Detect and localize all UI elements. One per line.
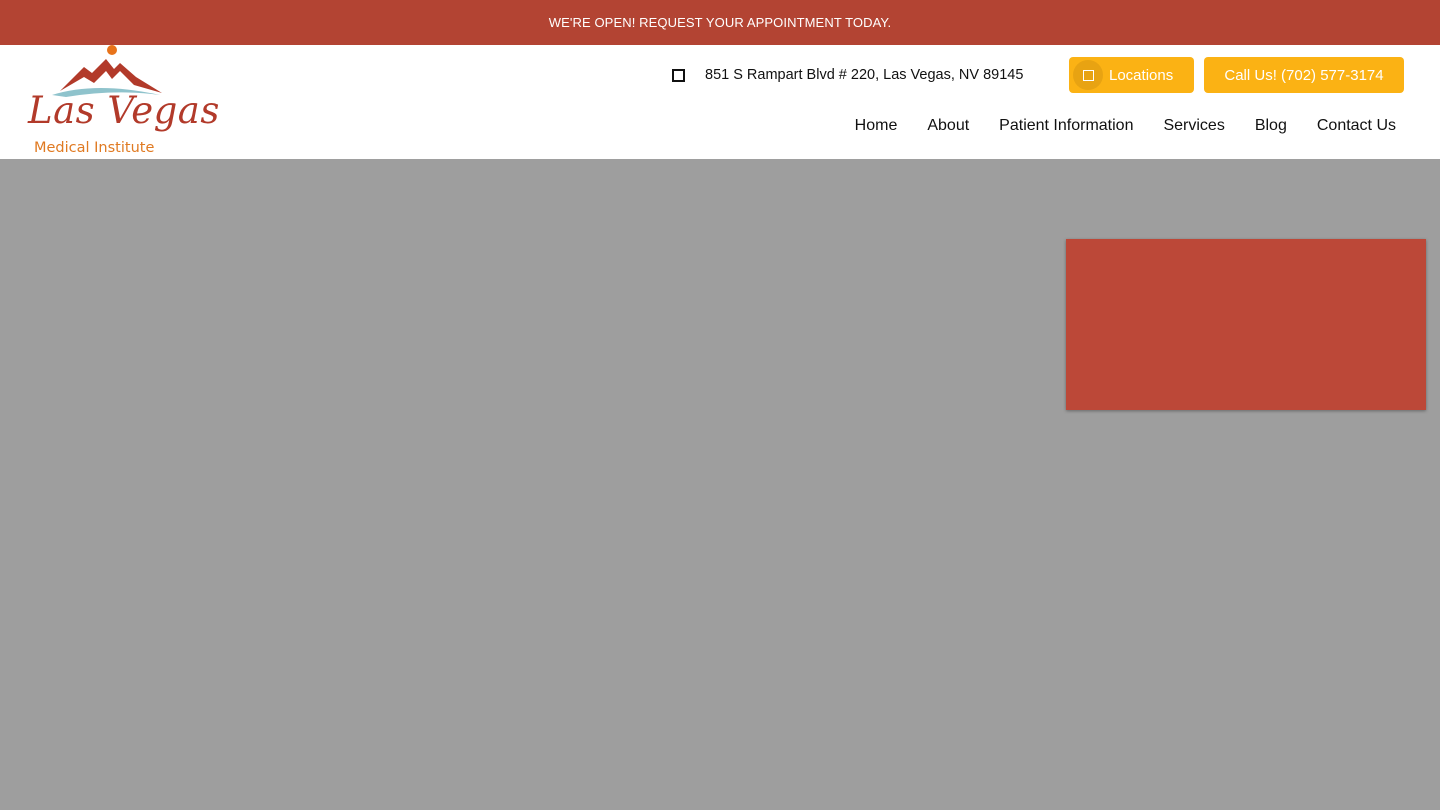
nav-about[interactable]: About bbox=[912, 117, 984, 135]
nav-blog[interactable]: Blog bbox=[1240, 117, 1302, 135]
call-us-button[interactable]: Call Us! (702) 577-3174 bbox=[1204, 57, 1404, 93]
appointment-banner-link[interactable]: WE'RE OPEN! REQUEST YOUR APPOINTMENT TOD… bbox=[549, 15, 891, 30]
nav-services[interactable]: Services bbox=[1148, 117, 1239, 135]
main-nav: Home About Patient Information Services … bbox=[840, 117, 1396, 135]
nav-home[interactable]: Home bbox=[840, 117, 913, 135]
address: 851 S Rampart Blvd # 220, Las Vegas, NV … bbox=[672, 67, 1023, 83]
hero-section bbox=[0, 159, 1440, 810]
map-marker-icon bbox=[672, 68, 685, 82]
location-icon bbox=[1073, 60, 1103, 90]
site-header: Las Vegas Medical Institute 851 S Rampar… bbox=[0, 45, 1440, 159]
locations-label: Locations bbox=[1109, 66, 1174, 84]
logo-wordmark: Las Vegas bbox=[28, 89, 220, 132]
call-us-label: Call Us! (702) 577-3174 bbox=[1224, 66, 1384, 84]
address-text: 851 S Rampart Blvd # 220, Las Vegas, NV … bbox=[705, 67, 1024, 83]
site-logo[interactable]: Las Vegas Medical Institute bbox=[26, 45, 219, 159]
nav-patient-information[interactable]: Patient Information bbox=[984, 117, 1148, 135]
locations-button[interactable]: Locations bbox=[1069, 57, 1194, 93]
hero-panel bbox=[1066, 239, 1426, 410]
logo-subtitle: Medical Institute bbox=[34, 140, 155, 156]
announcement-banner: WE'RE OPEN! REQUEST YOUR APPOINTMENT TOD… bbox=[0, 0, 1440, 45]
nav-contact-us[interactable]: Contact Us bbox=[1302, 117, 1396, 135]
